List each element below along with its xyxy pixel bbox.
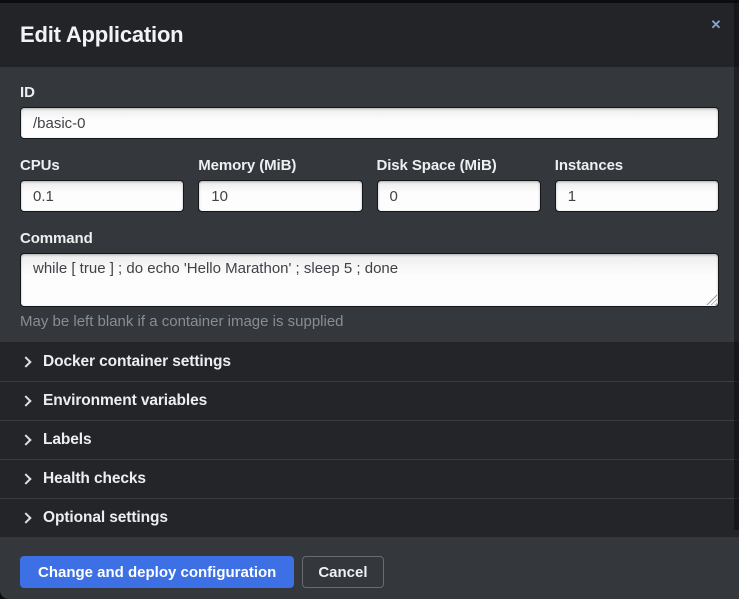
instances-input[interactable] — [555, 180, 719, 212]
chevron-right-icon — [20, 473, 31, 484]
cpus-input[interactable] — [20, 180, 184, 212]
command-help-text: May be left blank if a container image i… — [20, 313, 719, 330]
section-labels[interactable]: Labels — [0, 420, 739, 459]
instances-label: Instances — [555, 157, 719, 174]
chevron-right-icon — [20, 434, 31, 445]
section-label: Optional settings — [43, 509, 168, 527]
cancel-button[interactable]: Cancel — [302, 556, 383, 588]
resource-field-row: CPUs Memory (MiB) Disk Space (MiB) Insta… — [20, 157, 719, 212]
section-environment-variables[interactable]: Environment variables — [0, 381, 739, 420]
command-field-group: Command while [ true ] ; do echo 'Hello … — [20, 230, 719, 330]
modal-footer: Change and deploy configuration Cancel — [0, 537, 739, 599]
memory-field-group: Memory (MiB) — [198, 157, 362, 212]
section-optional-settings[interactable]: Optional settings — [0, 498, 739, 537]
id-label: ID — [20, 84, 719, 101]
chevron-right-icon — [20, 395, 31, 406]
section-label: Environment variables — [43, 392, 207, 410]
change-and-deploy-button[interactable]: Change and deploy configuration — [20, 556, 294, 588]
chevron-right-icon — [20, 356, 31, 367]
id-field-group: ID — [20, 84, 719, 139]
cpus-field-group: CPUs — [20, 157, 184, 212]
command-textarea[interactable]: while [ true ] ; do echo 'Hello Marathon… — [20, 253, 719, 307]
memory-input[interactable] — [198, 180, 362, 212]
modal-header: Edit Application ✕ — [0, 3, 739, 67]
accordion-sections: Docker container settings Environment va… — [0, 342, 739, 537]
close-button[interactable]: ✕ — [707, 16, 725, 34]
cpus-label: CPUs — [20, 157, 184, 174]
section-label: Health checks — [43, 470, 146, 488]
instances-field-group: Instances — [555, 157, 719, 212]
edit-application-modal: Edit Application ✕ ID CPUs Memory (MiB) … — [0, 3, 739, 599]
modal-body: ID CPUs Memory (MiB) Disk Space (MiB) In… — [0, 67, 739, 342]
section-health-checks[interactable]: Health checks — [0, 459, 739, 498]
disk-label: Disk Space (MiB) — [377, 157, 541, 174]
memory-label: Memory (MiB) — [198, 157, 362, 174]
section-label: Docker container settings — [43, 353, 231, 371]
scrollbar-track[interactable] — [734, 0, 739, 530]
chevron-right-icon — [20, 512, 31, 523]
close-icon: ✕ — [711, 17, 722, 32]
command-label: Command — [20, 230, 719, 247]
modal-title: Edit Application — [20, 22, 183, 48]
disk-field-group: Disk Space (MiB) — [377, 157, 541, 212]
id-input[interactable] — [20, 107, 719, 139]
section-docker-container-settings[interactable]: Docker container settings — [0, 342, 739, 381]
section-label: Labels — [43, 431, 92, 449]
disk-input[interactable] — [377, 180, 541, 212]
